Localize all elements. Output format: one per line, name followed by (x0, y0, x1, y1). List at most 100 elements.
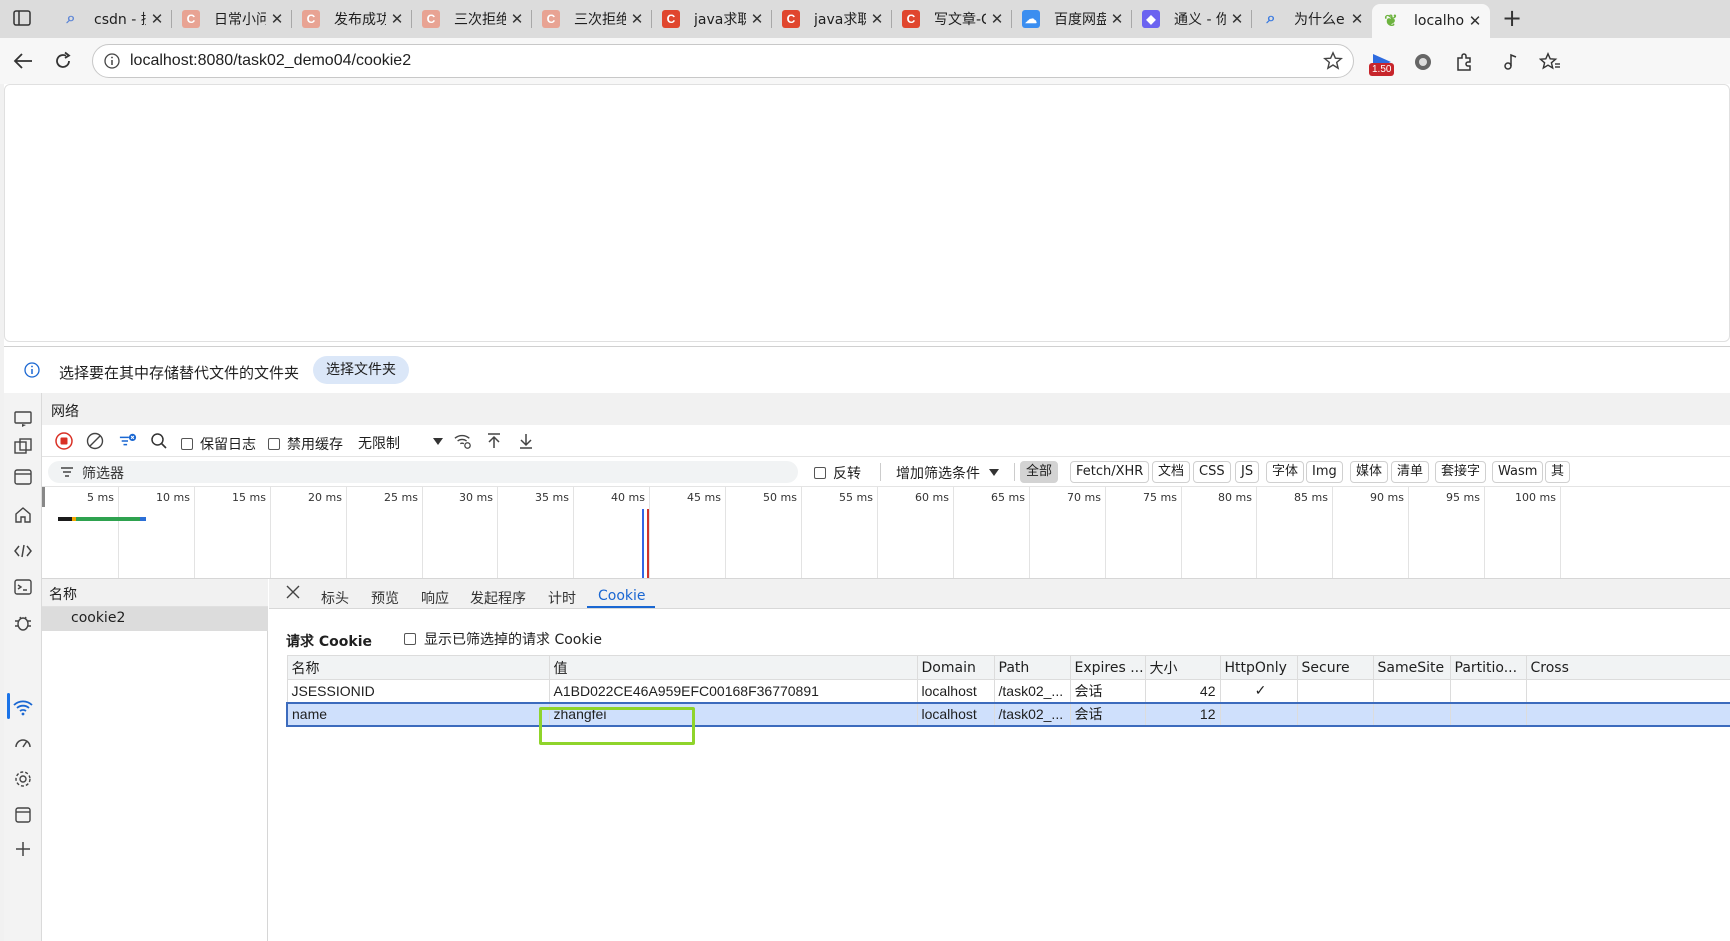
tab-close-icon[interactable]: ✕ (626, 10, 648, 28)
checkbox-box[interactable] (268, 438, 280, 450)
cookie-row[interactable]: JSESSIONID A1BD022CE46A959EFC00168F36770… (286, 679, 1730, 703)
filter-chip[interactable]: 字体 (1266, 461, 1305, 483)
browser-tab[interactable]: C 写文章-C ✕ (892, 4, 1012, 34)
filter-input[interactable]: 筛选器 (48, 461, 798, 483)
browser-tab[interactable]: C 三次拒绝 ✕ (412, 4, 532, 34)
cookie-samesite[interactable] (1372, 679, 1451, 703)
shield-extension-icon[interactable] (1411, 50, 1435, 74)
request-row[interactable]: cookie2 (42, 607, 268, 631)
filter-chip[interactable]: Img (1306, 461, 1343, 483)
invert-checkbox[interactable]: 反转 (814, 463, 861, 483)
browser-tab[interactable]: ☁ 百度网盘 ✕ (1012, 4, 1132, 34)
cookie-expires[interactable]: 会话 (1069, 701, 1146, 727)
filter-chip[interactable]: 清单 (1391, 461, 1430, 483)
name-column-header[interactable]: 名称 (49, 584, 77, 604)
browser-tab[interactable]: ❦ localhos✕ (1372, 4, 1490, 38)
inspect-icon[interactable] (11, 435, 35, 459)
select-folder-button[interactable]: 选择文件夹 (313, 356, 409, 384)
show-filtered-cookies-checkbox[interactable]: 显示已筛选掉的请求 Cookie (404, 629, 602, 649)
browser-tab[interactable]: C 日常小问 ✕ (172, 4, 292, 34)
tab-close-icon[interactable]: ✕ (866, 10, 888, 28)
browser-tab[interactable]: C 发布成功 ✕ (292, 4, 412, 34)
tab-close-icon[interactable]: ✕ (746, 10, 768, 28)
filter-chip[interactable]: 媒体 (1350, 461, 1389, 483)
new-tab-button[interactable]: + (1500, 6, 1524, 30)
tab-close-icon[interactable]: ✕ (1346, 10, 1368, 28)
cookie-cross[interactable] (1525, 701, 1730, 727)
tab-close-icon[interactable]: ✕ (506, 10, 528, 28)
network-overview-timeline[interactable]: 5 ms 10 ms 15 ms 20 ms 25 ms 30 ms 35 ms 40 ms 4… (42, 487, 1730, 579)
column-header-samesite[interactable]: SameSite (1372, 655, 1451, 680)
address-bar[interactable]: localhost:8080/task02_demo04/cookie2 (92, 44, 1354, 78)
search-icon[interactable] (150, 432, 168, 450)
filter-chip[interactable]: Fetch/XHR (1070, 461, 1150, 483)
filter-toggle-icon[interactable] (119, 432, 137, 450)
cookie-secure[interactable] (1296, 701, 1374, 727)
tab-cookie[interactable]: Cookie (598, 588, 646, 604)
browser-tab[interactable]: ⌕ csdn - 搜✕ (52, 4, 172, 34)
column-header-cross[interactable]: Cross (1525, 655, 1730, 680)
browser-tab[interactable]: ⌕ 为什么e ✕ (1252, 4, 1372, 34)
tab-preview[interactable]: 预览 (371, 588, 399, 608)
request-list-header[interactable]: 名称 (42, 579, 268, 607)
browser-tab[interactable]: Cjava求职 ✕ (772, 4, 892, 34)
more-tools-plus-icon[interactable] (11, 837, 35, 861)
checkbox-box[interactable] (404, 633, 416, 645)
console-icon[interactable] (11, 575, 35, 599)
tab-close-icon[interactable]: ✕ (1226, 10, 1248, 28)
site-info-icon[interactable] (104, 53, 120, 73)
tab-timing[interactable]: 计时 (548, 588, 576, 608)
tab-close-icon[interactable]: ✕ (386, 10, 408, 28)
tab-response[interactable]: 响应 (421, 588, 449, 608)
sources-bug-icon[interactable] (11, 611, 35, 635)
page-content[interactable] (4, 84, 1730, 342)
application-icon[interactable] (11, 803, 35, 827)
cookie-path[interactable]: /task02_... (993, 701, 1071, 727)
tab-close-icon[interactable]: ✕ (1106, 10, 1128, 28)
url-text[interactable]: localhost:8080/task02_demo04/cookie2 (130, 52, 411, 70)
tab-close-icon[interactable]: ✕ (986, 10, 1008, 28)
extensions-puzzle-icon[interactable] (1452, 50, 1476, 74)
performance-gauge-icon[interactable] (11, 731, 35, 755)
tab-close-icon[interactable]: ✕ (146, 10, 168, 28)
column-header-value[interactable]: 值 (548, 655, 918, 680)
export-har-icon[interactable] (517, 432, 535, 450)
throttling-select[interactable]: 无限制 (358, 433, 400, 453)
reading-mode-icon[interactable] (1498, 50, 1522, 74)
cookie-httponly[interactable]: ✓ (1219, 679, 1298, 703)
browser-tab[interactable]: C 三次拒绝 ✕ (532, 4, 652, 34)
filter-chip[interactable]: 文档 (1152, 461, 1191, 483)
close-icon[interactable] (286, 585, 300, 603)
clear-icon[interactable] (86, 432, 104, 450)
request-name[interactable]: cookie2 (71, 610, 125, 626)
filter-chip[interactable]: JS (1235, 461, 1260, 483)
tab-close-icon[interactable]: ✕ (1464, 12, 1486, 30)
cookie-value[interactable]: A1BD022CE46A959EFC00168F36770891 (548, 679, 918, 703)
browser-tab[interactable]: ◆ 通义 - 你 ✕ (1132, 4, 1252, 34)
settings-gear-icon[interactable] (11, 767, 35, 791)
timeline-handle[interactable] (42, 487, 45, 507)
import-har-icon[interactable] (485, 432, 503, 450)
filter-chip[interactable]: Wasm (1492, 461, 1544, 483)
browser-tab[interactable]: Cjava求职 ✕ (652, 4, 772, 34)
cookie-secure[interactable] (1296, 679, 1374, 703)
chevron-down-icon[interactable] (432, 434, 444, 450)
column-header-domain[interactable]: Domain (916, 655, 995, 680)
network-wifi-icon[interactable] (11, 695, 35, 719)
preserve-log-checkbox[interactable]: 保留日志 (181, 434, 256, 454)
cookie-row-selected[interactable]: name zhangfei localhost /task02_... 会话 1… (286, 701, 1730, 727)
bookmark-star-icon[interactable] (1323, 51, 1343, 75)
cookie-path[interactable]: /task02_... (993, 679, 1071, 703)
column-header-expires[interactable]: Expires ... (1069, 655, 1146, 680)
column-header-partition[interactable]: Partitio... (1449, 655, 1527, 680)
elements-code-icon[interactable] (11, 539, 35, 563)
cookie-expires[interactable]: 会话 (1069, 679, 1146, 703)
column-header-httponly[interactable]: HttpOnly (1219, 655, 1298, 680)
disable-cache-checkbox[interactable]: 禁用缓存 (268, 434, 343, 454)
cookie-size[interactable]: 12 (1144, 701, 1221, 727)
back-button[interactable] (10, 48, 36, 74)
cookie-httponly[interactable] (1219, 701, 1298, 727)
column-header-secure[interactable]: Secure (1296, 655, 1374, 680)
reload-button[interactable] (50, 48, 76, 74)
cookie-domain[interactable]: localhost (916, 679, 995, 703)
